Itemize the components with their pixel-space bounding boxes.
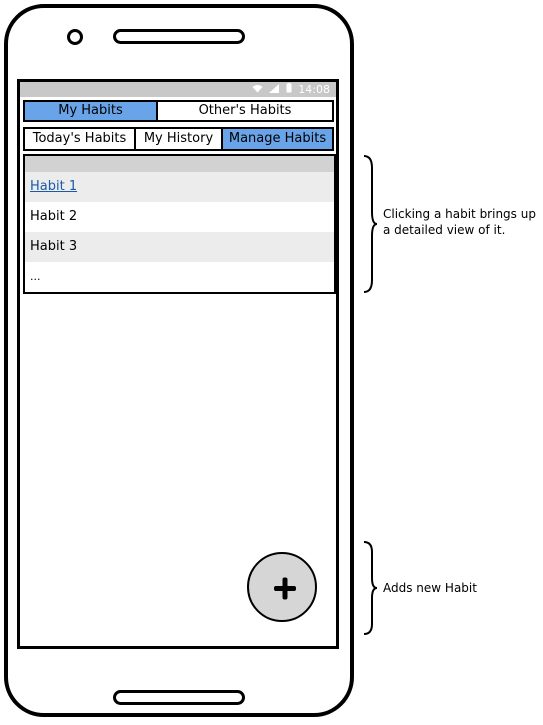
list-item-habit-2[interactable]: Habit 2: [25, 202, 334, 232]
home-button[interactable]: [113, 690, 245, 705]
primary-tab-bar: My Habits Other's Habits: [23, 100, 334, 122]
status-bar: 14:08: [20, 82, 336, 97]
secondary-tab-bar: Today's Habits My History Manage Habits: [23, 127, 334, 151]
signal-icon: [269, 83, 283, 96]
fab-annotation: Adds new Habit: [383, 581, 477, 595]
status-time: 14:08: [298, 83, 330, 96]
tab-my-history[interactable]: My History: [136, 129, 223, 149]
plus-icon: [274, 577, 296, 600]
list-header: [25, 156, 334, 172]
wifi-icon: [252, 83, 267, 96]
speaker-grille: [113, 29, 245, 44]
fab-annotation-brace: [363, 541, 378, 635]
tab-manage-habits[interactable]: Manage Habits: [223, 129, 332, 149]
list-annotation-brace: [363, 155, 378, 293]
list-annotation-line1: Clicking a habit brings up: [383, 207, 536, 221]
tab-todays-habits[interactable]: Today's Habits: [25, 129, 136, 149]
list-item-habit-3[interactable]: Habit 3: [25, 232, 334, 262]
habit-list: Habit 1 Habit 2 Habit 3 ...: [23, 154, 336, 294]
camera-icon: [67, 29, 83, 45]
status-icons: 14:08: [249, 82, 330, 97]
list-item-habit-1[interactable]: Habit 1: [25, 172, 334, 202]
list-item-more: ...: [30, 270, 41, 283]
tab-my-habits[interactable]: My Habits: [25, 102, 158, 120]
battery-icon: [286, 83, 296, 96]
add-habit-button[interactable]: [247, 552, 317, 622]
tab-others-habits[interactable]: Other's Habits: [158, 102, 332, 120]
list-annotation-line2: a detailed view of it.: [383, 223, 506, 237]
